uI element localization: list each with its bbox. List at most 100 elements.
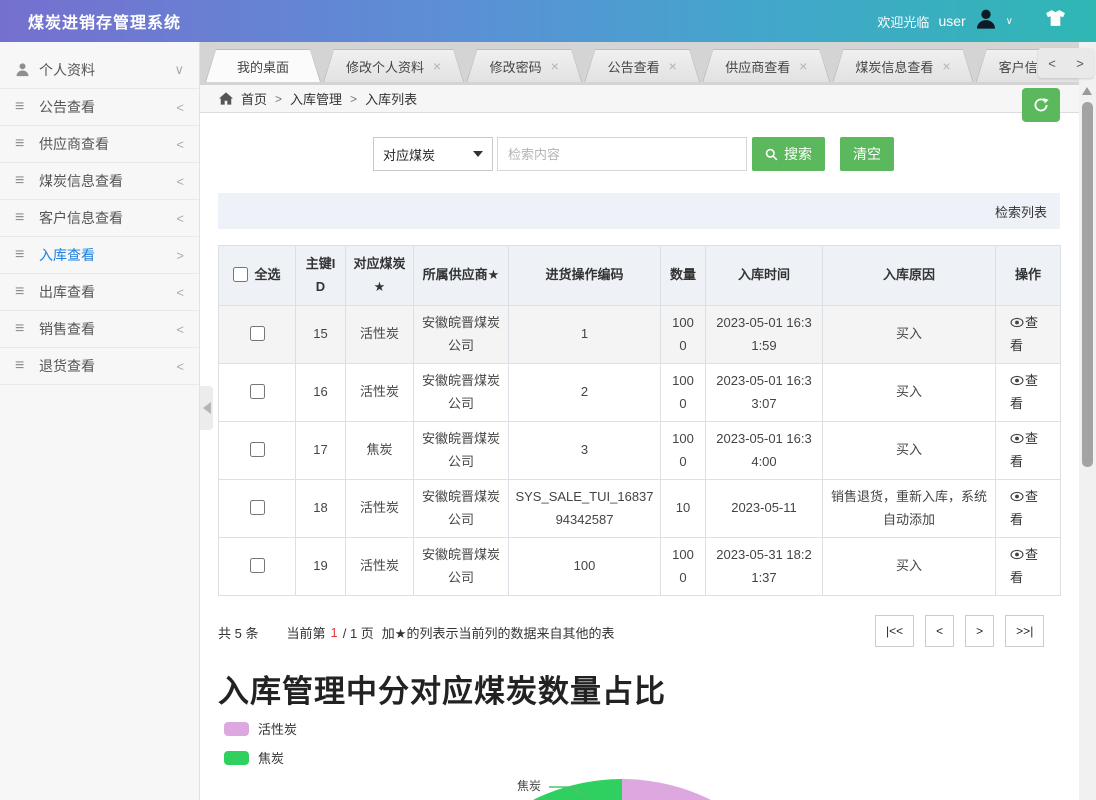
row-checkbox[interactable] — [250, 442, 265, 457]
menu-lines-icon: ≡ — [15, 210, 39, 226]
legend-label: 焦炭 — [258, 748, 284, 767]
tab-label: 我的桌面 — [237, 57, 289, 76]
legend-item-活性炭[interactable]: 活性炭 — [224, 719, 297, 738]
sidebar-item-label: 个人资料 — [39, 60, 174, 80]
chevron-down-icon: ∨ — [174, 62, 184, 78]
row-actions: 查看 — [996, 364, 1061, 422]
legend-swatch — [224, 751, 249, 765]
sidebar-item-个人资料[interactable]: 个人资料∨ — [0, 52, 199, 89]
home-icon — [219, 91, 233, 106]
view-link[interactable]: 查看 — [1010, 486, 1046, 532]
sidebar-item-公告查看[interactable]: ≡公告查看< — [0, 89, 199, 126]
sidebar-item-出库查看[interactable]: ≡出库查看< — [0, 274, 199, 311]
search-input[interactable] — [497, 137, 747, 171]
breadcrumb-level1[interactable]: 入库管理 — [290, 89, 342, 108]
select-all-checkbox[interactable] — [233, 267, 248, 282]
column-header: 入库时间 — [706, 246, 823, 306]
sidebar-item-入库查看[interactable]: ≡入库查看> — [0, 237, 199, 274]
scroll-up-arrow-icon[interactable] — [1082, 87, 1092, 95]
breadcrumb-home[interactable]: 首页 — [241, 89, 267, 108]
row-coal: 焦炭 — [346, 422, 414, 480]
chart-legend: 活性炭焦炭 — [224, 719, 297, 767]
breadcrumb-separator: > — [350, 92, 357, 106]
table-row: 17焦炭安徽皖晋煤炭公司310002023-05-01 16:34:00买入查看 — [219, 422, 1061, 480]
chevron-left-icon: < — [176, 100, 184, 115]
view-link[interactable]: 查看 — [1010, 428, 1046, 474]
row-checkbox[interactable] — [250, 326, 265, 341]
first-page-button[interactable]: |<< — [875, 615, 914, 647]
row-code: 2 — [509, 364, 661, 422]
chevron-down-icon[interactable]: ∨ — [1006, 16, 1013, 27]
view-link[interactable]: 查看 — [1010, 544, 1046, 590]
current-page-number: 1 — [330, 625, 337, 640]
pie-slice-callout: 焦炭 — [517, 777, 541, 794]
next-page-button[interactable]: > — [965, 615, 994, 647]
tab-scroll-left-icon[interactable]: < — [1048, 56, 1056, 71]
pagination-info: 共 5 条 当前第 1 / 1 页 加★的列表示当前列的数据来自其他的表 — [218, 623, 614, 642]
star-column-note: 加★的列表示当前列的数据来自其他的表 — [382, 623, 615, 642]
row-id: 19 — [296, 538, 346, 596]
row-supplier: 安徽皖晋煤炭公司 — [414, 364, 509, 422]
refresh-button[interactable] — [1022, 88, 1060, 122]
sidebar-collapse-handle[interactable] — [200, 386, 213, 430]
sidebar-item-label: 入库查看 — [39, 245, 176, 265]
coal-type-select-value: 对应煤炭 — [383, 145, 435, 164]
table-row: 15活性炭安徽皖晋煤炭公司110002023-05-01 16:31:59买入查… — [219, 306, 1061, 364]
sidebar-item-煤炭信息查看[interactable]: ≡煤炭信息查看< — [0, 163, 199, 200]
sidebar-item-label: 煤炭信息查看 — [39, 171, 176, 191]
close-icon[interactable]: × — [799, 59, 807, 73]
legend-item-焦炭[interactable]: 焦炭 — [224, 748, 297, 767]
scrollbar-thumb[interactable] — [1082, 102, 1093, 467]
search-button[interactable]: 搜索 — [752, 137, 825, 171]
row-coal: 活性炭 — [346, 480, 414, 538]
view-link[interactable]: 查看 — [1010, 370, 1046, 416]
row-coal: 活性炭 — [346, 538, 414, 596]
sidebar-item-label: 退货查看 — [39, 356, 176, 376]
chevron-right-icon: > — [176, 248, 184, 263]
close-icon[interactable]: × — [942, 59, 950, 73]
vertical-scrollbar[interactable] — [1079, 42, 1096, 800]
sidebar-item-客户信息查看[interactable]: ≡客户信息查看< — [0, 200, 199, 237]
breadcrumb: 首页 > 入库管理 > 入库列表 — [200, 85, 1079, 113]
tab-scroll-right-icon[interactable]: > — [1076, 56, 1084, 71]
row-checkbox[interactable] — [250, 500, 265, 515]
tab-修改密码[interactable]: 修改密码× — [466, 49, 582, 82]
tab-label: 煤炭信息查看 — [855, 57, 933, 76]
row-checkbox[interactable] — [250, 558, 265, 573]
row-actions: 查看 — [996, 480, 1061, 538]
row-checkbox[interactable] — [250, 384, 265, 399]
prev-page-button[interactable]: < — [925, 615, 954, 647]
tab-供应商查看[interactable]: 供应商查看× — [702, 49, 830, 82]
sidebar-item-label: 出库查看 — [39, 282, 176, 302]
sidebar-item-供应商查看[interactable]: ≡供应商查看< — [0, 126, 199, 163]
row-reason: 买入 — [823, 364, 996, 422]
legend-label: 活性炭 — [258, 719, 297, 738]
column-header: 对应煤炭 ★ — [346, 246, 414, 306]
close-icon[interactable]: × — [551, 59, 559, 73]
row-supplier: 安徽皖晋煤炭公司 — [414, 538, 509, 596]
page-prefix: 当前第 — [286, 623, 325, 642]
coal-type-select[interactable]: 对应煤炭 — [373, 137, 493, 171]
user-avatar-icon[interactable] — [975, 8, 997, 35]
theme-shirt-icon[interactable] — [1045, 10, 1066, 32]
row-select-cell — [219, 364, 296, 422]
breadcrumb-level2[interactable]: 入库列表 — [365, 89, 417, 108]
close-icon[interactable]: × — [669, 59, 677, 73]
sidebar-item-销售查看[interactable]: ≡销售查看< — [0, 311, 199, 348]
tab-公告查看[interactable]: 公告查看× — [584, 49, 700, 82]
row-actions: 查看 — [996, 306, 1061, 364]
sidebar-item-退货查看[interactable]: ≡退货查看< — [0, 348, 199, 385]
menu-lines-icon: ≡ — [15, 173, 39, 189]
clear-button[interactable]: 清空 — [840, 137, 894, 171]
row-select-cell — [219, 306, 296, 364]
tab-我的桌面[interactable]: 我的桌面 — [205, 49, 321, 82]
tab-修改个人资料[interactable]: 修改个人资料× — [323, 49, 464, 82]
username[interactable]: user — [938, 13, 965, 29]
tab-煤炭信息查看[interactable]: 煤炭信息查看 × — [832, 49, 973, 82]
close-icon[interactable]: × — [433, 59, 441, 73]
row-select-cell — [219, 538, 296, 596]
view-link[interactable]: 查看 — [1010, 312, 1046, 358]
last-page-button[interactable]: >>| — [1005, 615, 1044, 647]
search-button-label: 搜索 — [784, 144, 812, 164]
row-qty: 1000 — [661, 306, 706, 364]
